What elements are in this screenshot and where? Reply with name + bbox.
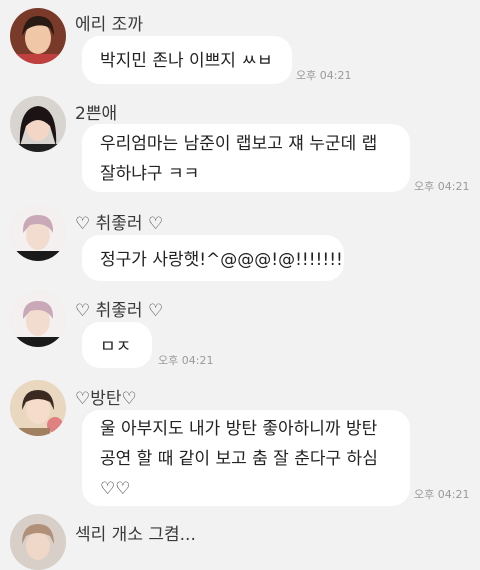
message-text: 정구가 사랑햇!^@@@!@!!!!!!! <box>100 250 343 270</box>
message-bubble[interactable]: 박지민 존나 이쁘지 ㅆㅂ <box>82 36 292 84</box>
message-text: 공연 할 때 같이 보고 춤 잘 춘다구 하심 <box>100 449 378 469</box>
message-text: 박지민 존나 이쁘지 ㅆㅂ <box>100 51 273 71</box>
message-text: 우리엄마는 남준이 랩보고 쟤 누군데 랩 <box>100 134 378 154</box>
timestamp: 오후 04:21 <box>414 488 470 501</box>
message-bubble[interactable]: 울 아부지도 내가 방탄 좋아하니까 방탄 공연 할 때 같이 보고 춤 잘 춘… <box>82 410 410 506</box>
message-text: 잘하냐구 ㅋㅋ <box>100 164 200 184</box>
sender-name: 2쁜애 <box>75 104 118 124</box>
avatar-photo-doll-icon[interactable] <box>10 380 66 436</box>
avatar-photo-woman-icon[interactable] <box>10 8 66 64</box>
message-text: ㅁㅈ <box>100 337 132 357</box>
message-bubble[interactable]: 우리엄마는 남준이 랩보고 쟤 누군데 랩 잘하냐구 ㅋㅋ <box>82 124 410 192</box>
avatar-photo-boy-icon[interactable] <box>10 205 66 261</box>
avatar-photo-boy-icon[interactable] <box>10 291 66 347</box>
avatar-photo-partial-icon[interactable] <box>10 514 66 570</box>
sender-name: 에리 조까 <box>75 15 143 35</box>
message-bubble[interactable]: ㅁㅈ <box>82 322 152 368</box>
message-text: 울 아부지도 내가 방탄 좋아하니까 방탄 <box>100 419 378 439</box>
timestamp: 오후 04:21 <box>296 69 352 82</box>
timestamp: 오후 04:21 <box>414 180 470 193</box>
message-bubble[interactable]: 정구가 사랑햇!^@@@!@!!!!!!! <box>82 235 344 281</box>
sender-name: ♡방탄♡ <box>75 389 137 409</box>
avatar-photo-girl-icon[interactable] <box>10 96 66 152</box>
sender-name: 섹리 개소 그켬... <box>75 525 196 545</box>
sender-name: ♡ 취좋러 ♡ <box>75 301 164 321</box>
message-text: ♡♡ <box>100 479 131 499</box>
sender-name: ♡ 취좋러 ♡ <box>75 214 164 234</box>
timestamp: 오후 04:21 <box>158 354 214 367</box>
